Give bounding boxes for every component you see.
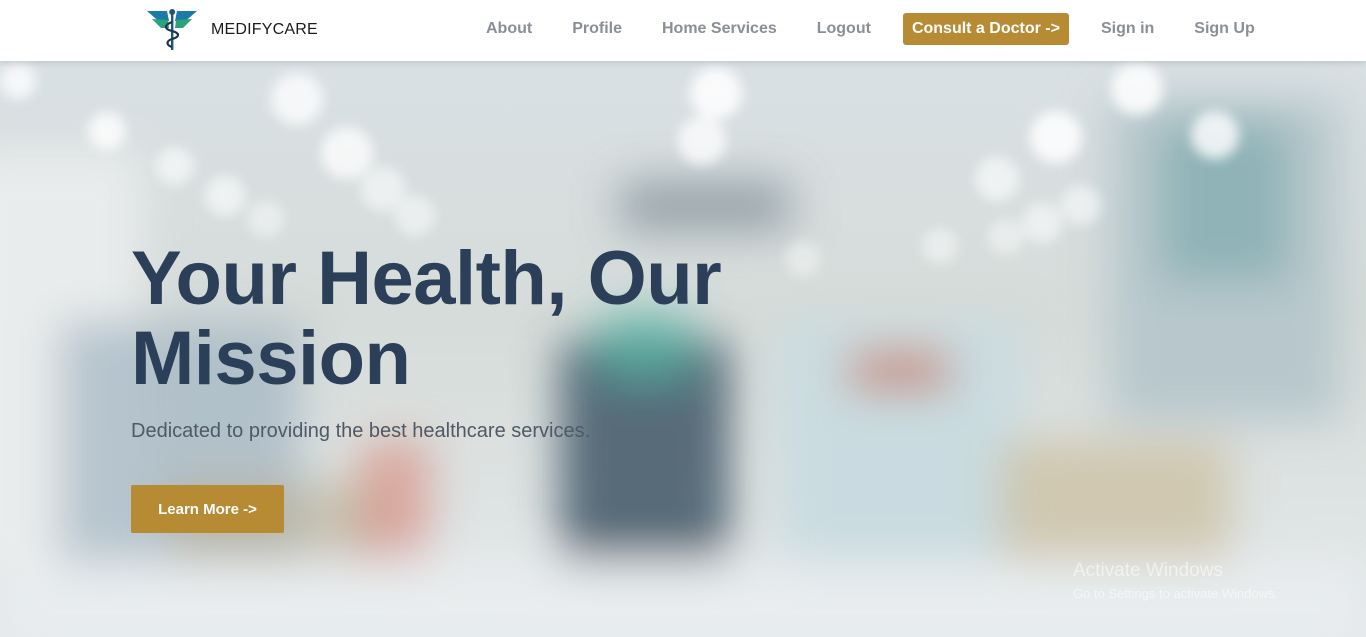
activate-windows-watermark: Activate Windows Go to Settings to activ… — [1073, 560, 1278, 601]
consult-doctor-button[interactable]: Consult a Doctor -> — [902, 13, 1069, 45]
hero-title-line-1: Your Health, Our — [131, 236, 722, 321]
caduceus-logo-icon — [147, 9, 197, 50]
watermark-title: Activate Windows — [1073, 560, 1223, 581]
hero-title: Your Health, Our Mission — [131, 239, 831, 399]
brand[interactable]: MEDIFYCARE — [146, 8, 318, 52]
nav-link-sign-up[interactable]: Sign Up — [1174, 20, 1274, 38]
nav-link-home-services[interactable]: Home Services — [642, 20, 797, 38]
hero-section: Your Health, Our Mission Dedicated to pr… — [0, 61, 1366, 637]
learn-more-button[interactable]: Learn More -> — [131, 485, 284, 533]
watermark-subtitle: Go to Settings to activate Windows. — [1073, 586, 1279, 601]
nav-link-about[interactable]: About — [466, 20, 552, 38]
nav-link-sign-in[interactable]: Sign in — [1081, 20, 1174, 38]
brand-name: MEDIFYCARE — [211, 21, 318, 38]
hero-title-line-2: Mission — [131, 316, 411, 401]
nav-link-logout[interactable]: Logout — [797, 20, 891, 38]
nav-menu: About Profile Home Services Logout Consu… — [466, 13, 1275, 45]
hero-subtitle: Dedicated to providing the best healthca… — [131, 420, 591, 442]
navbar: MEDIFYCARE About Profile Home Services L… — [0, 0, 1366, 61]
nav-link-profile[interactable]: Profile — [552, 20, 642, 38]
